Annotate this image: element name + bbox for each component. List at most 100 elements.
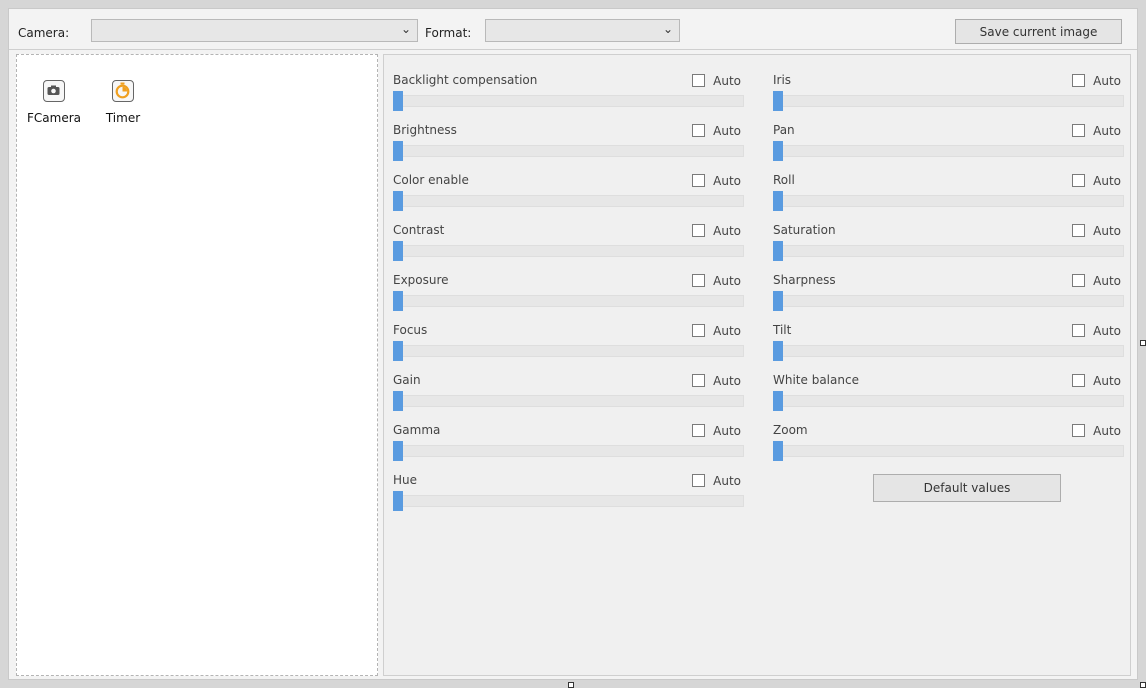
control-label: Iris <box>773 73 792 87</box>
tool-label: Timer <box>105 111 141 125</box>
checkbox-box[interactable] <box>692 124 705 137</box>
checkbox-box[interactable] <box>1072 174 1085 187</box>
auto-label: Auto <box>1093 224 1121 238</box>
checkbox-box[interactable] <box>692 424 705 437</box>
control-gamma: Gamma Auto <box>393 421 744 471</box>
checkbox-box[interactable] <box>1072 424 1085 437</box>
control-label: Color enable <box>393 173 469 187</box>
control-label: Exposure <box>393 273 449 287</box>
auto-label: Auto <box>713 174 741 188</box>
auto-label: Auto <box>1093 424 1121 438</box>
control-focus: Focus Auto <box>393 321 744 371</box>
slider-track-focus[interactable] <box>393 345 744 357</box>
slider-thumb-white-balance[interactable] <box>773 391 783 411</box>
main-window: Camera: ⌄ Format: ⌄ Save current image F… <box>8 8 1138 680</box>
auto-label: Auto <box>713 374 741 388</box>
control-contrast: Contrast Auto <box>393 221 744 271</box>
slider-thumb-focus[interactable] <box>393 341 403 361</box>
tool-fcamera[interactable]: FCamera <box>24 80 84 125</box>
checkbox-box[interactable] <box>1072 274 1085 287</box>
slider-thumb-gamma[interactable] <box>393 441 403 461</box>
tool-panel: FCamera Timer <box>16 54 378 676</box>
format-dropdown[interactable]: ⌄ <box>485 19 680 42</box>
slider-track-exposure[interactable] <box>393 295 744 307</box>
slider-track-tilt[interactable] <box>773 345 1124 357</box>
auto-label: Auto <box>713 224 741 238</box>
chevron-down-icon: ⌄ <box>662 22 673 36</box>
auto-label: Auto <box>1093 74 1121 88</box>
auto-label: Auto <box>1093 324 1121 338</box>
slider-track-saturation[interactable] <box>773 245 1124 257</box>
slider-thumb-hue[interactable] <box>393 491 403 511</box>
slider-track-contrast[interactable] <box>393 245 744 257</box>
control-label: Backlight compensation <box>393 73 538 87</box>
resize-handle[interactable] <box>568 682 574 688</box>
slider-thumb-color-enable[interactable] <box>393 191 403 211</box>
auto-label: Auto <box>1093 374 1121 388</box>
auto-label: Auto <box>1093 124 1121 138</box>
control-zoom: Zoom Auto <box>773 421 1124 471</box>
slider-track-white-balance[interactable] <box>773 395 1124 407</box>
checkbox-box[interactable] <box>1072 324 1085 337</box>
slider-thumb-contrast[interactable] <box>393 241 403 261</box>
checkbox-box[interactable] <box>1072 224 1085 237</box>
checkbox-box[interactable] <box>692 324 705 337</box>
toolbar-divider <box>9 49 1137 50</box>
slider-thumb-brightness[interactable] <box>393 141 403 161</box>
checkbox-box[interactable] <box>692 74 705 87</box>
control-saturation: Saturation Auto <box>773 221 1124 271</box>
resize-handle[interactable] <box>1140 340 1146 346</box>
slider-thumb-backlight-compensation[interactable] <box>393 91 403 111</box>
slider-thumb-exposure[interactable] <box>393 291 403 311</box>
control-exposure: Exposure Auto <box>393 271 744 321</box>
slider-track-brightness[interactable] <box>393 145 744 157</box>
slider-thumb-pan[interactable] <box>773 141 783 161</box>
resize-handle[interactable] <box>1140 682 1146 688</box>
checkbox-box[interactable] <box>1072 74 1085 87</box>
checkbox-box[interactable] <box>692 374 705 387</box>
checkbox-box[interactable] <box>692 274 705 287</box>
control-iris: Iris Auto <box>773 71 1124 121</box>
slider-track-gain[interactable] <box>393 395 744 407</box>
checkbox-box[interactable] <box>692 224 705 237</box>
control-gain: Gain Auto <box>393 371 744 421</box>
chevron-down-icon: ⌄ <box>400 22 411 36</box>
control-tilt: Tilt Auto <box>773 321 1124 371</box>
tool-label: FCamera <box>27 111 81 125</box>
camera-dropdown[interactable]: ⌄ <box>91 19 418 42</box>
slider-track-color-enable[interactable] <box>393 195 744 207</box>
camera-settings-panel: Backlight compensation Auto Brightness Auto… <box>383 54 1131 676</box>
checkbox-box[interactable] <box>1072 124 1085 137</box>
slider-track-zoom[interactable] <box>773 445 1124 457</box>
slider-thumb-tilt[interactable] <box>773 341 783 361</box>
save-current-image-button[interactable]: Save current image <box>955 19 1122 44</box>
control-label: Gamma <box>393 423 441 437</box>
auto-label: Auto <box>713 274 741 288</box>
control-label: Hue <box>393 473 418 487</box>
slider-track-hue[interactable] <box>393 495 744 507</box>
slider-thumb-gain[interactable] <box>393 391 403 411</box>
checkbox-box[interactable] <box>692 174 705 187</box>
tool-timer[interactable]: Timer <box>93 80 153 125</box>
slider-thumb-saturation[interactable] <box>773 241 783 261</box>
auto-label: Auto <box>713 324 741 338</box>
slider-thumb-roll[interactable] <box>773 191 783 211</box>
slider-track-backlight-compensation[interactable] <box>393 95 744 107</box>
default-values-button[interactable]: Default values <box>873 474 1061 502</box>
slider-track-iris[interactable] <box>773 95 1124 107</box>
control-roll: Roll Auto <box>773 171 1124 221</box>
slider-track-roll[interactable] <box>773 195 1124 207</box>
slider-track-gamma[interactable] <box>393 445 744 457</box>
control-label: Zoom <box>773 423 808 437</box>
control-label: Brightness <box>393 123 457 137</box>
checkbox-box[interactable] <box>692 474 705 487</box>
slider-thumb-zoom[interactable] <box>773 441 783 461</box>
slider-thumb-iris[interactable] <box>773 91 783 111</box>
camera-label: Camera: <box>18 26 70 40</box>
slider-thumb-sharpness[interactable] <box>773 291 783 311</box>
slider-track-sharpness[interactable] <box>773 295 1124 307</box>
toolbar: Camera: ⌄ Format: ⌄ Save current image <box>9 9 1137 49</box>
slider-track-pan[interactable] <box>773 145 1124 157</box>
checkbox-box[interactable] <box>1072 374 1085 387</box>
control-label: Gain <box>393 373 421 387</box>
